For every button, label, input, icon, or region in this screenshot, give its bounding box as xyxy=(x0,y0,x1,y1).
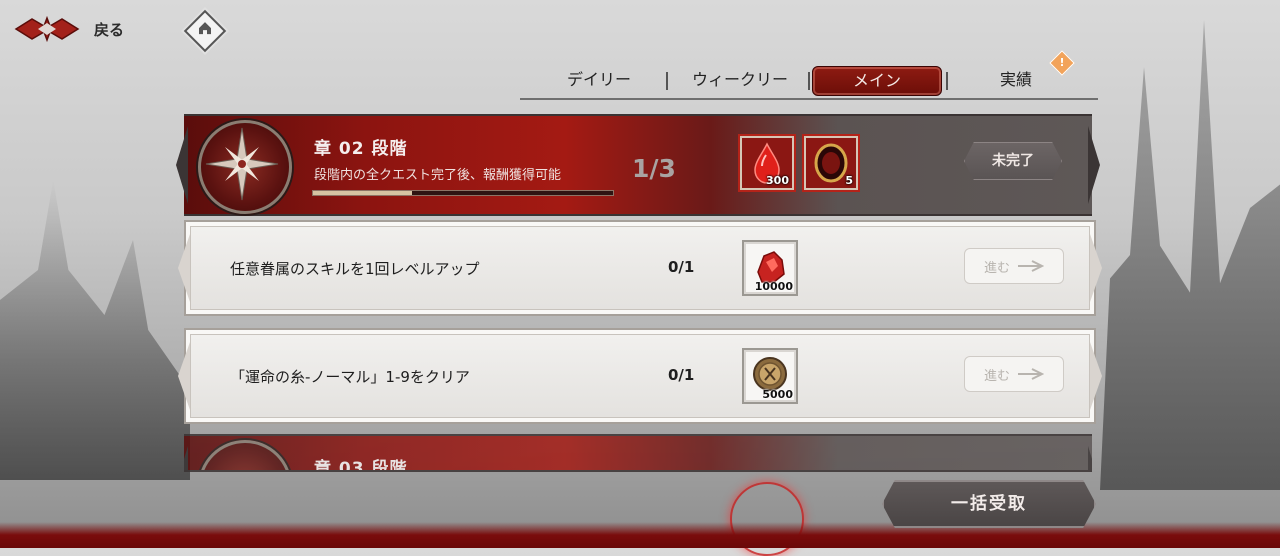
quest-row: 「運命の糸-ノーマル」1-9をクリア 0/1 5000 進む xyxy=(184,328,1096,424)
home-button[interactable] xyxy=(183,9,227,53)
compass-emblem-icon xyxy=(198,440,292,470)
tab-separator xyxy=(666,72,668,90)
stage-reward-slot[interactable]: 300 xyxy=(740,136,794,190)
collect-all-button[interactable]: 一括受取 xyxy=(882,480,1096,528)
stage-header: 章 02 段階 段階内の全クエスト完了後、報酬獲得可能 1/3 300 5 未完… xyxy=(184,114,1092,216)
arrow-right-icon xyxy=(1018,260,1044,272)
stage-status-button[interactable]: 未完了 xyxy=(964,142,1062,180)
stage-reward-slot[interactable]: 5 xyxy=(804,136,858,190)
next-stage-title: 章 03 段階 xyxy=(314,459,408,472)
back-label: 戻る xyxy=(94,20,125,39)
top-bar: 戻る xyxy=(0,0,1280,60)
reward-quantity: 5 xyxy=(845,174,853,187)
quest-description: 「運命の糸-ノーマル」1-9をクリア xyxy=(230,368,470,386)
reward-quantity: 300 xyxy=(766,174,789,187)
tab-weekly[interactable]: ウィークリー xyxy=(680,66,800,94)
quest-reward-slot[interactable]: 10000 xyxy=(742,240,798,296)
summon-ring-decoration xyxy=(730,482,804,556)
tab-separator xyxy=(946,72,948,90)
go-button[interactable]: 進む xyxy=(964,356,1064,392)
stage-progress-count: 1/3 xyxy=(632,154,676,183)
stage-progress-bar xyxy=(312,190,614,196)
tabs-underline xyxy=(520,98,1098,100)
castle-silhouette-left xyxy=(0,180,190,480)
next-stage-header[interactable]: 章 03 段階 xyxy=(184,434,1092,472)
compass-emblem-icon xyxy=(198,120,292,214)
arrow-right-icon xyxy=(1018,368,1044,380)
home-icon xyxy=(199,22,211,35)
quest-reward-slot[interactable]: 5000 xyxy=(742,348,798,404)
go-button-label: 進む xyxy=(983,368,1010,384)
stage-title: 章 02 段階 xyxy=(314,139,408,159)
quest-row: 任意眷属のスキルを1回レベルアップ 0/1 10000 進む xyxy=(184,220,1096,316)
castle-silhouette-right xyxy=(1100,20,1280,490)
tab-daily[interactable]: デイリー xyxy=(554,66,644,94)
tab-main[interactable]: メイン xyxy=(812,66,942,96)
reward-quantity: 5000 xyxy=(762,388,793,401)
tab-achievements[interactable]: 実績 xyxy=(976,66,1056,94)
stage-progress-fill xyxy=(313,191,412,195)
blood-floor-decoration xyxy=(0,522,1280,548)
back-button[interactable]: 戻る xyxy=(14,12,124,46)
go-button[interactable]: 進む xyxy=(964,248,1064,284)
go-button-label: 進む xyxy=(983,260,1010,276)
tab-separator xyxy=(808,72,810,90)
quest-progress: 0/1 xyxy=(668,258,695,276)
reward-quantity: 10000 xyxy=(754,280,793,293)
quest-description: 任意眷属のスキルを1回レベルアップ xyxy=(230,260,480,278)
quest-tabs: デイリー ウィークリー メイン 実績 ! xyxy=(520,50,1098,100)
quest-progress: 0/1 xyxy=(668,366,695,384)
stage-subtitle: 段階内の全クエスト完了後、報酬獲得可能 xyxy=(314,168,562,183)
game-logo-icon xyxy=(14,12,80,46)
